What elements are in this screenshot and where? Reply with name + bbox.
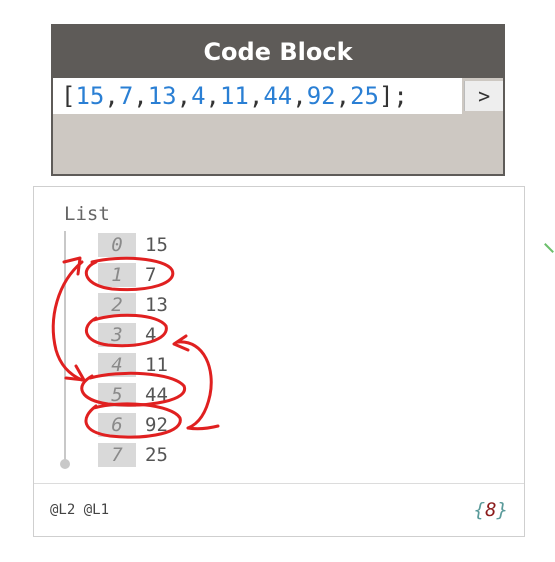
preview-footer: @L2 @L1 {8} xyxy=(34,484,524,536)
list-item-value: 15 xyxy=(145,234,168,256)
list-item-index: 7 xyxy=(98,443,136,467)
list-item-index: 1 xyxy=(98,263,136,287)
code-comma: , xyxy=(104,82,119,110)
list-item-value: 4 xyxy=(145,324,157,346)
list-levels[interactable]: @L2 @L1 xyxy=(50,502,109,518)
list-item-value: 92 xyxy=(145,414,168,436)
list-item: 7 25 xyxy=(98,440,168,470)
code-number: 7 xyxy=(118,82,134,110)
list-item-index: 3 xyxy=(98,323,136,347)
list-item-index: 5 xyxy=(98,383,136,407)
code-comma: , xyxy=(248,82,264,110)
list-item: 4 11 xyxy=(98,350,168,380)
code-block-node[interactable]: Code Block [15,7,13,4,11,44,92,25]; > xyxy=(51,24,505,176)
item-count: {8} xyxy=(474,499,508,521)
code-comma: , xyxy=(176,82,192,110)
list-item-value: 7 xyxy=(145,264,157,286)
code-close-bracket: ]; xyxy=(378,82,408,110)
code-comma: , xyxy=(335,82,351,110)
code-number: 25 xyxy=(350,82,379,110)
list-item-value: 11 xyxy=(145,354,168,376)
list-item-value: 44 xyxy=(145,384,168,406)
list-item: 2 13 xyxy=(98,290,168,320)
tree-line xyxy=(64,231,66,463)
list-items: 0 15 1 7 2 13 3 4 4 11 5 44 6 92 7 25 xyxy=(98,230,168,470)
count-open-brace: { xyxy=(473,499,486,521)
list-item: 17 xyxy=(98,260,168,290)
list-item-index: 4 xyxy=(98,353,136,377)
code-number: 4 xyxy=(191,82,206,110)
output-port[interactable]: > xyxy=(464,81,503,111)
list-item-index: 2 xyxy=(98,293,136,317)
edge-mark xyxy=(544,243,554,253)
code-open-bracket: [ xyxy=(61,82,76,110)
code-number: 13 xyxy=(147,82,177,110)
list-item: 0 15 xyxy=(98,230,168,260)
code-comma: , xyxy=(205,82,220,110)
list-item: 5 44 xyxy=(98,380,168,410)
list-item: 34 xyxy=(98,320,168,350)
code-number: 92 xyxy=(306,82,336,110)
watch-preview-panel: List 0 15 1 7 2 13 3 4 4 11 5 44 6 92 7 25 @L2 @L1 {8} xyxy=(33,186,525,537)
code-comma: , xyxy=(292,82,307,110)
code-number: 11 xyxy=(219,82,249,110)
code-number: 44 xyxy=(263,82,293,110)
code-editor[interactable]: [15,7,13,4,11,44,92,25]; xyxy=(53,78,463,114)
list-item: 6 92 xyxy=(98,410,168,440)
preview-body: List 0 15 1 7 2 13 3 4 4 11 5 44 6 92 7 25 xyxy=(34,187,524,484)
count-close-brace: } xyxy=(496,499,508,521)
code-row: [15,7,13,4,11,44,92,25]; > xyxy=(53,78,503,114)
list-item-value: 25 xyxy=(145,444,168,466)
list-item-index: 6 xyxy=(98,413,136,437)
list-item-value: 13 xyxy=(145,294,168,316)
tree-end-dot xyxy=(60,459,70,469)
code-number: 15 xyxy=(75,82,105,110)
list-item-index: 0 xyxy=(98,233,136,257)
node-title[interactable]: Code Block xyxy=(53,26,503,78)
count-value: 8 xyxy=(485,499,497,521)
code-comma: , xyxy=(133,82,148,110)
list-label: List xyxy=(64,203,110,225)
